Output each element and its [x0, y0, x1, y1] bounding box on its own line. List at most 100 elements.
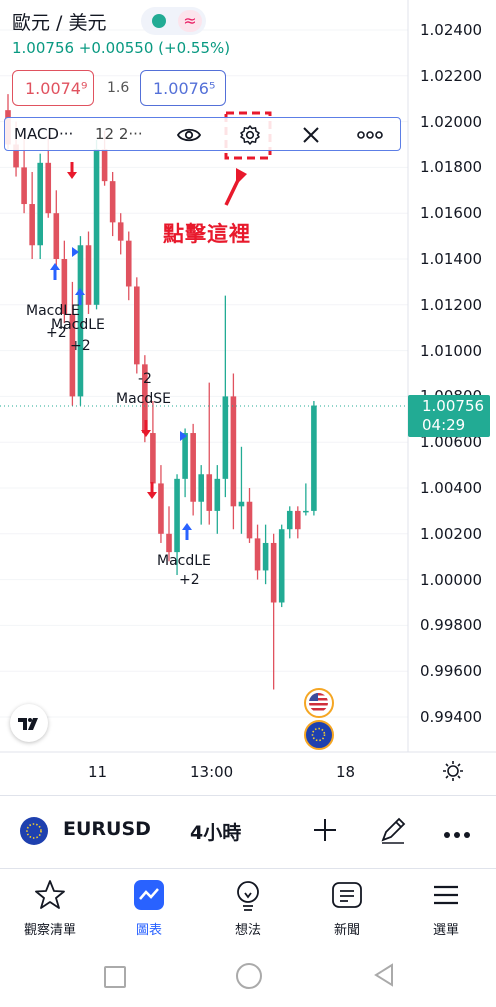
us-event-flag-icon[interactable]	[304, 688, 334, 718]
candle	[214, 465, 221, 534]
time-label: 13:00	[190, 763, 234, 781]
bottom-navigation: 觀察清單 圖表 想法 新聞 選單	[0, 868, 496, 949]
signal-label: +2	[179, 572, 200, 588]
nav-ideas[interactable]: 想法	[208, 869, 288, 949]
more-icon[interactable]	[443, 825, 471, 838]
candle	[29, 171, 35, 259]
candle	[158, 465, 164, 543]
candle	[53, 190, 60, 269]
nav-chart[interactable]: 圖表	[109, 869, 189, 949]
price-axis-label: 0.99800	[420, 616, 483, 635]
signal-label: +2	[70, 338, 91, 354]
chart-icon	[134, 880, 164, 910]
star-icon	[35, 880, 65, 909]
candle	[246, 488, 253, 543]
buy-button[interactable]: 1.0076⁵	[140, 70, 226, 106]
nav-label: 選單	[432, 923, 459, 938]
candle	[93, 139, 100, 310]
candle	[117, 213, 124, 255]
drawing-pen-icon[interactable]	[378, 815, 408, 845]
candle	[85, 231, 92, 314]
eye-icon[interactable]	[176, 122, 202, 148]
callout-arrow	[224, 168, 247, 206]
signal-arrow-icon	[50, 263, 60, 280]
indicator-name[interactable]: MACD···	[14, 125, 73, 143]
price-change: 1.00756 +0.00550 (+0.55%)	[12, 39, 231, 57]
candle	[37, 153, 43, 259]
candle	[150, 400, 156, 488]
price-axis-label: 0.99400	[420, 708, 483, 726]
market-toggle[interactable]: ≈	[141, 7, 206, 35]
tradingview-logo-icon[interactable]	[10, 704, 48, 742]
nav-watchlist[interactable]: 觀察清單	[10, 869, 90, 949]
time-label: 18	[336, 763, 356, 781]
nav-label: 新聞	[333, 923, 360, 938]
candle	[206, 382, 213, 525]
price-axis-label: 1.01200	[420, 295, 483, 314]
close-icon[interactable]	[298, 122, 324, 148]
signal-arrow-icon	[182, 523, 192, 540]
symbol-toolbar: EURUSD 4小時	[0, 805, 496, 857]
candle	[311, 400, 317, 516]
price-axis-label: 1.00400	[420, 479, 483, 497]
price-axis-label: 1.00200	[420, 524, 483, 543]
lightbulb-icon	[237, 881, 259, 911]
home-icon[interactable]	[236, 963, 262, 989]
signal-label: MacdLE	[51, 317, 105, 333]
time-label: 11	[88, 763, 108, 781]
nav-news[interactable]: 新聞	[307, 869, 387, 949]
current-price-badge: 1.00756 04:29	[408, 395, 490, 437]
candle	[198, 465, 204, 525]
price-axis-label: 1.01600	[420, 204, 483, 223]
recents-icon[interactable]	[104, 966, 126, 988]
price-axis-label: 1.02200	[420, 66, 483, 85]
nav-menu[interactable]: 選單	[406, 869, 486, 949]
candle	[254, 524, 261, 580]
menu-icon	[434, 885, 458, 905]
candle	[238, 446, 245, 534]
nav-label: 觀察清單	[23, 923, 76, 938]
add-icon[interactable]	[312, 817, 338, 843]
symbol-name[interactable]: EURUSD	[63, 818, 151, 840]
candle	[278, 524, 285, 608]
symbol-title: 歐元 / 美元	[12, 12, 107, 34]
wave-icon: ≈	[178, 10, 202, 32]
current-price: 1.00756	[422, 397, 485, 415]
price-axis-label: 0.99600	[420, 662, 483, 681]
spread-value: 1.6	[107, 80, 130, 96]
candle	[190, 423, 196, 516]
candle	[109, 171, 116, 237]
signal-label: MacdLE	[157, 553, 211, 569]
system-navigation	[0, 950, 496, 1007]
price-axis-label: 1.01800	[420, 158, 483, 177]
nav-label: 想法	[234, 923, 261, 938]
candle	[182, 428, 188, 498]
price-axis-label: 1.02000	[420, 112, 483, 131]
market-open-icon	[152, 14, 166, 28]
price-axis-label: 1.02400	[420, 21, 483, 39]
indicator-params: 12 2···	[95, 125, 143, 143]
price-axis-label: 1.00000	[420, 570, 483, 589]
settings-gear-icon[interactable]	[237, 122, 263, 148]
more-options-icon[interactable]	[357, 122, 383, 148]
callout-text: 點擊這裡	[163, 222, 251, 246]
signal-arrow-icon	[147, 482, 157, 499]
signal-arrow-icon	[67, 162, 77, 179]
divider	[0, 795, 496, 796]
signal-label: -2	[138, 371, 152, 387]
candle	[134, 277, 140, 374]
price-axis-label: 1.01000	[420, 341, 483, 360]
back-icon[interactable]	[372, 963, 396, 987]
candle	[125, 231, 132, 301]
news-icon	[332, 882, 362, 908]
candle	[270, 533, 277, 690]
signal-label: MacdSE	[116, 391, 171, 407]
candle	[230, 373, 237, 530]
sell-button[interactable]: 1.0074⁹	[12, 70, 94, 106]
price-axis-label: 1.01400	[420, 250, 483, 268]
indicator-legend[interactable]: MACD··· 12 2···	[4, 117, 401, 151]
eu-event-flag-icon[interactable]	[304, 720, 334, 750]
interval-button[interactable]: 4小時	[190, 818, 241, 845]
candle	[222, 295, 229, 498]
chart-settings-icon[interactable]	[442, 760, 464, 782]
